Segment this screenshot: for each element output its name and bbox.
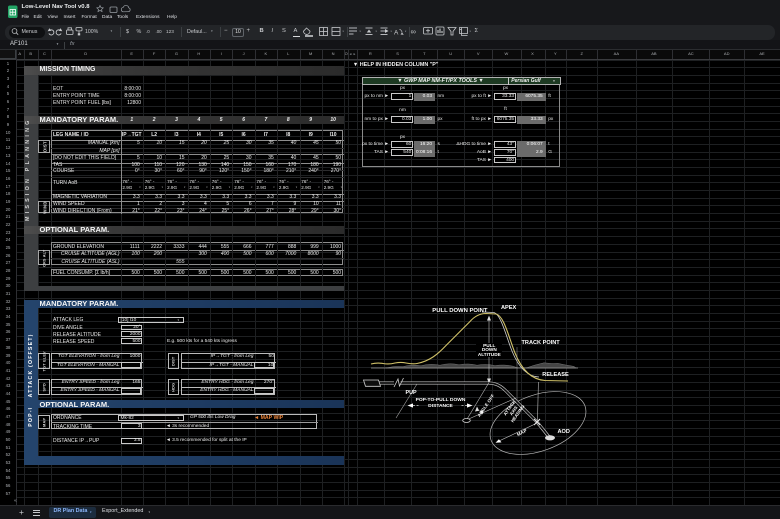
svg-text:A: A <box>394 30 399 37</box>
